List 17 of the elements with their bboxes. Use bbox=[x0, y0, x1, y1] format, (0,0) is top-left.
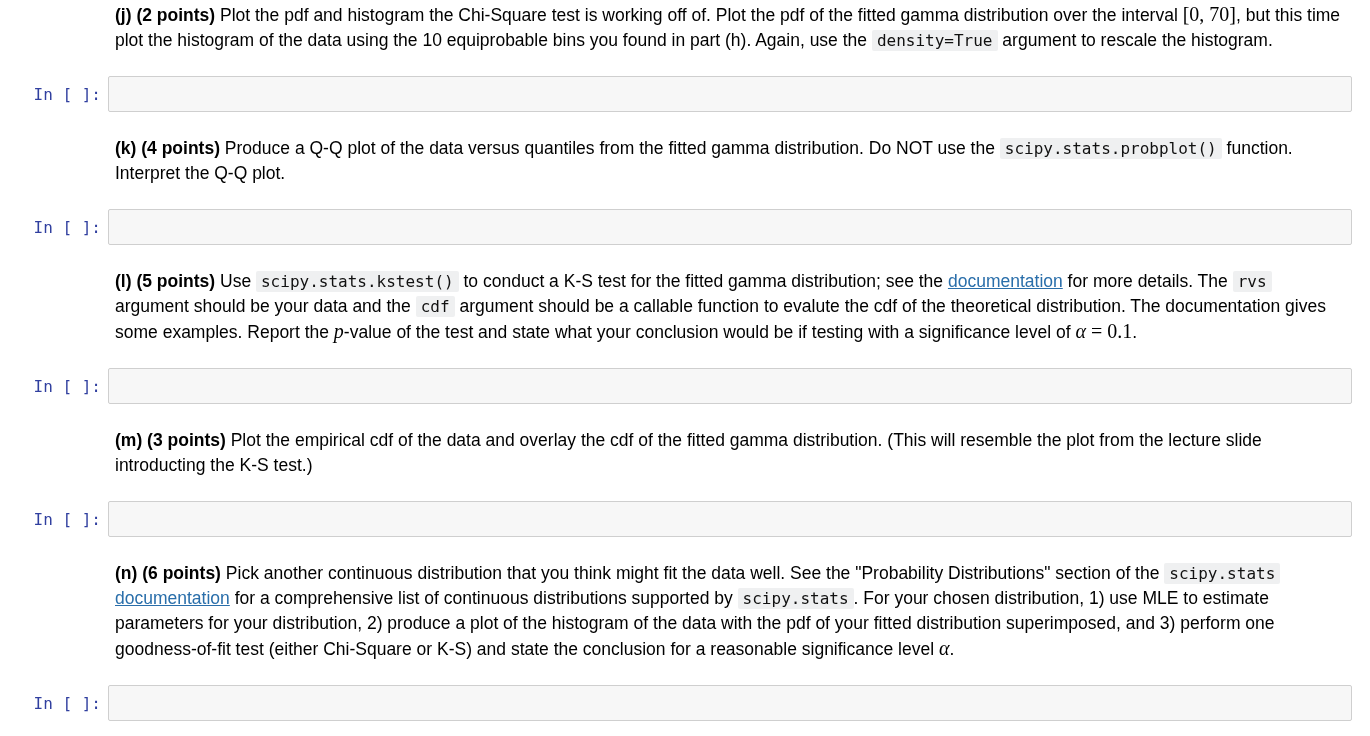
question-text: (j) (2 points) Plot the pdf and histogram the Chi-Square test is working off of. Plot the pdf of the fitted gamma distribution over the interval [0, 70], but this time plot the histogram of the data using the 10 equiprobable bins you found in part (h). Again, use the density=True argument to rescale the histogram. bbox=[114, 1, 1342, 53]
code-input-field[interactable] bbox=[108, 209, 1352, 245]
code-input-field[interactable] bbox=[108, 501, 1352, 537]
documentation-link[interactable]: documentation bbox=[115, 587, 230, 608]
input-prompt: In [ ]: bbox=[33, 692, 102, 715]
code-input-field[interactable] bbox=[108, 76, 1352, 112]
input-prompt: In [ ]: bbox=[33, 508, 102, 531]
code-input-field[interactable] bbox=[108, 368, 1352, 404]
input-prompt: In [ ]: bbox=[33, 375, 102, 398]
question-text: (l) (5 points) Use scipy.stats.kstest() to conduct a K-S test for the fitted gamma distribution; see the documentation for more details. The rvs argument should be your data and the cdf argument should be a callable function to evalute the cdf of the theoretical distribution. The documentation gives some examples. Report the p-value of the test and state what your conclusion would be if testing with a significance level of α = 0.1. bbox=[114, 269, 1327, 345]
question-text: (m) (3 points) Plot the empirical cdf of the data and overlay the cdf of the fitted gamma distribution. (This will resemble the plot from the lecture slide introducting the K-S test.) bbox=[114, 428, 1263, 477]
input-prompt: In [ ]: bbox=[33, 83, 102, 106]
question-text: (n) (6 points) Pick another continuous distribution that you think might fit the data well. See the "Probability Distributions" section of the scipy.stats documentation for a comprehensive list of continuous distributions supported by scipy.stats . For your chosen distribution, 1) use MLE to estimate parameters for your distribution, 2) produce a plot of the histogram of the data with the pdf of your fitted distribution superimposed, and 3) perform one goodness-of-fit test (either Chi-Square or K-S) and state the conclusion for a reasonable significance level α. bbox=[108, 560, 1352, 662]
documentation-link[interactable]: documentation bbox=[947, 270, 1063, 291]
code-input-field[interactable] bbox=[108, 685, 1352, 721]
input-prompt: In [ ]: bbox=[33, 216, 102, 239]
question-text: (k) (4 points) Produce a Q-Q plot of the data versus quantiles from the fitted gamma distribution. Do NOT use the scipy.stats.probplot() function. Interpret the Q-Q plot. bbox=[114, 136, 1294, 185]
